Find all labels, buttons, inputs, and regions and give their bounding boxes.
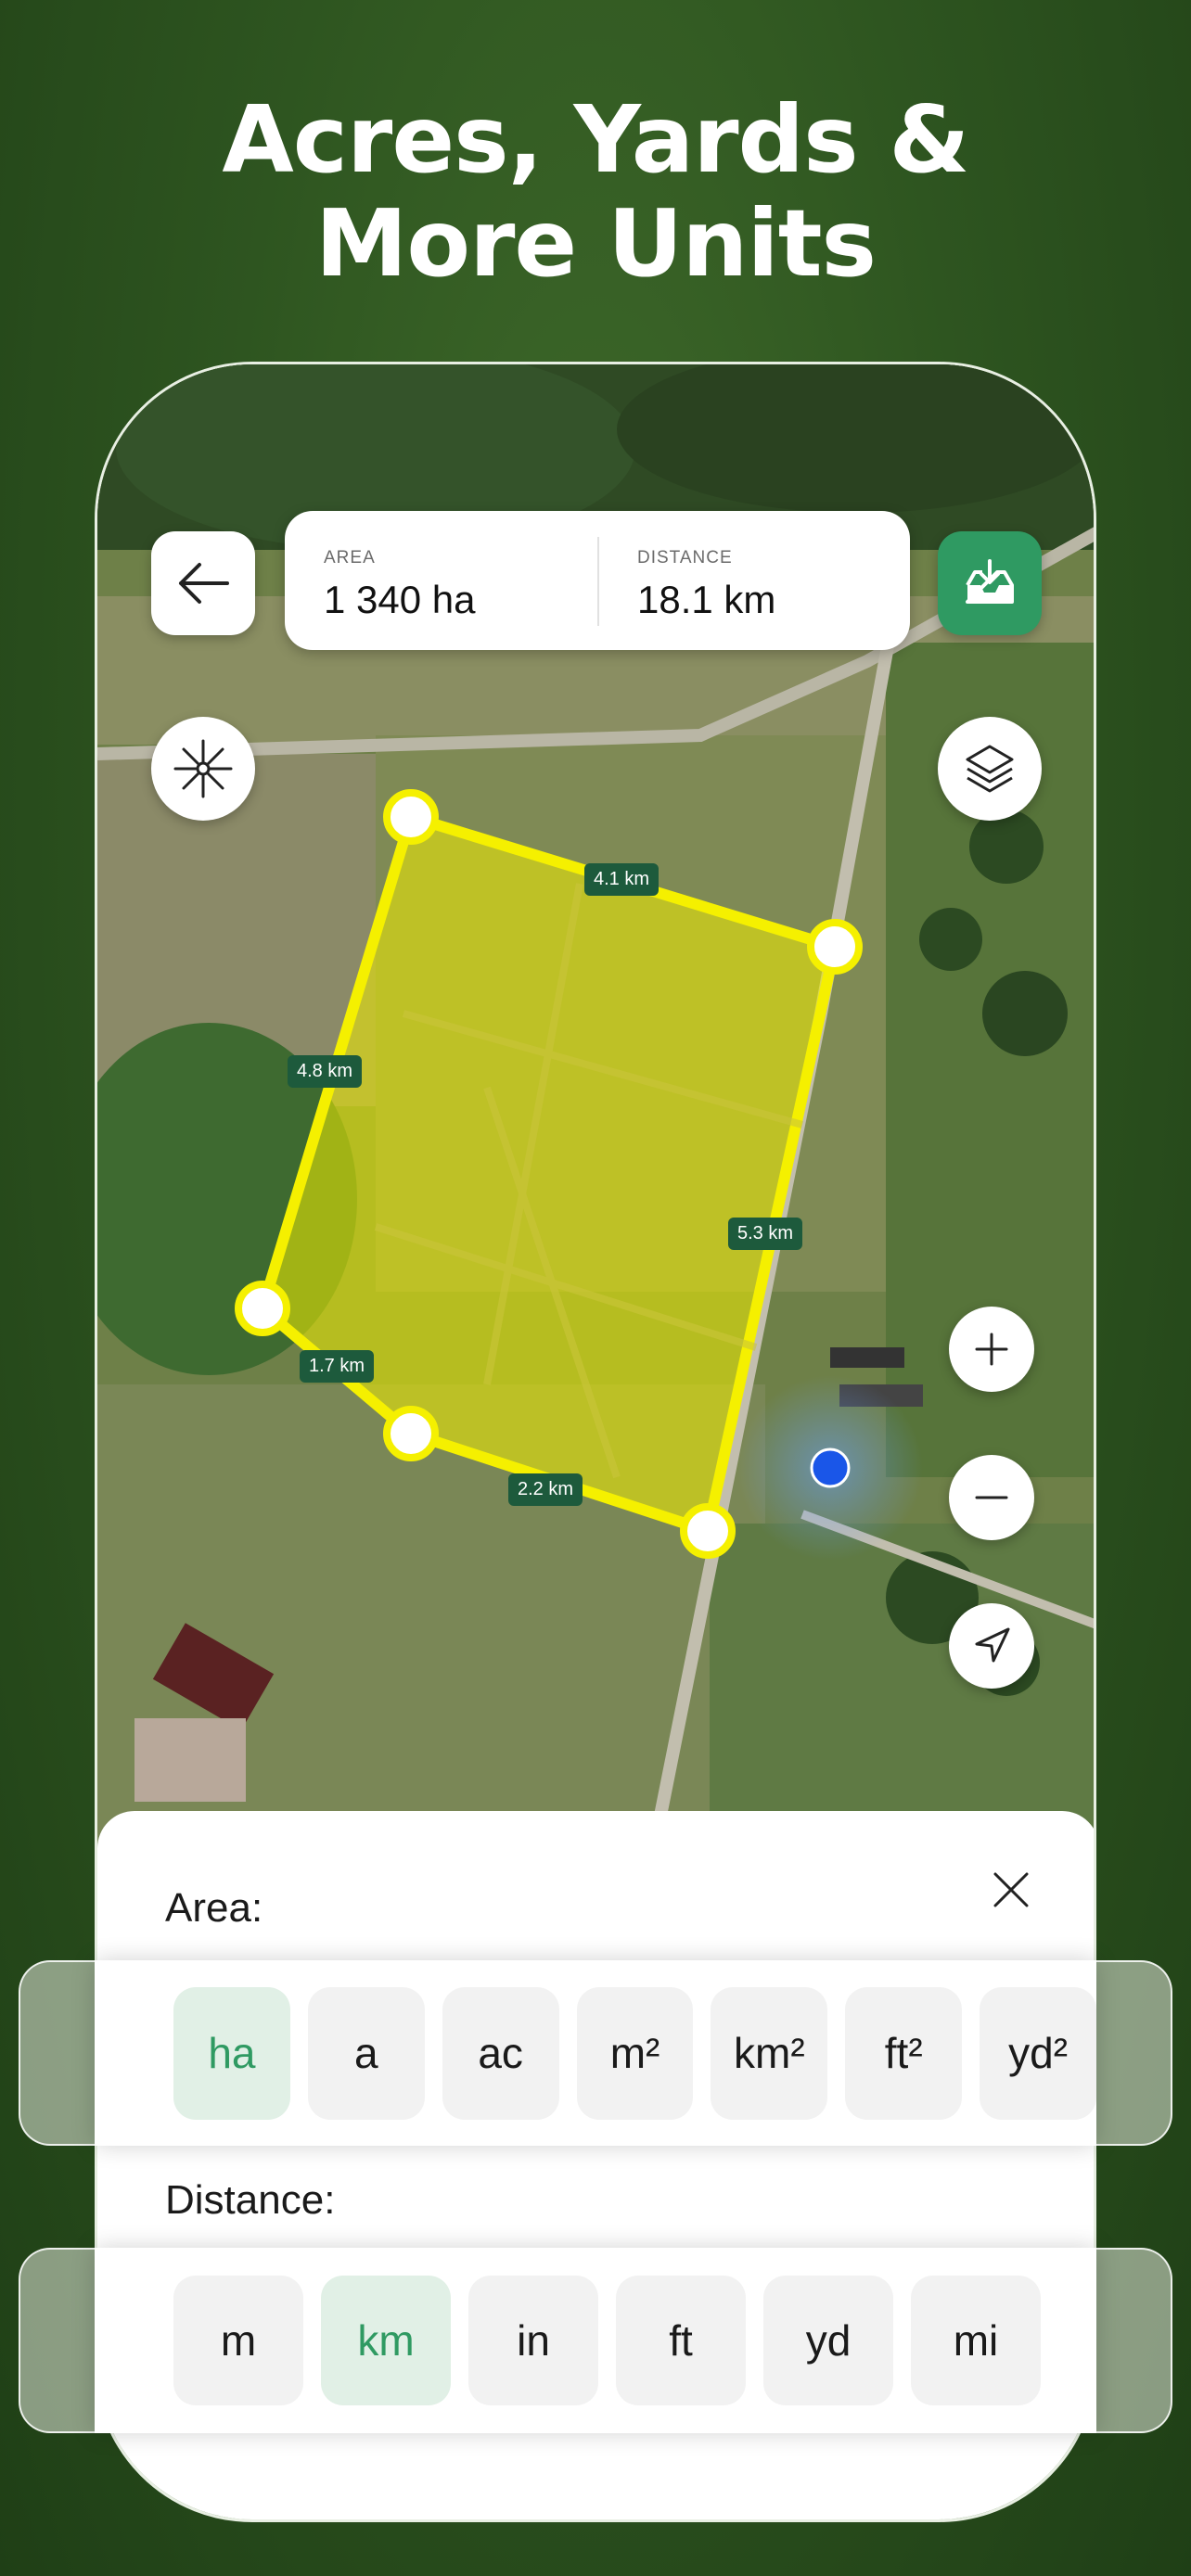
area-units-strip: ha a ac m² km² ft² yd² [95, 1960, 1097, 2146]
unit-chip-ac[interactable]: ac [442, 1986, 559, 2120]
unit-chip-ft[interactable]: ft [616, 2276, 746, 2405]
vertex-handle [383, 789, 439, 845]
layers-button[interactable] [938, 717, 1042, 821]
distance-section-title: Distance: [165, 2177, 336, 2223]
headline-line-1: Acres, Yards & [222, 85, 969, 194]
area-stat: AREA 1 340 ha [324, 548, 476, 622]
plus-icon [975, 1333, 1008, 1366]
segment-length-label: 4.8 km [288, 1055, 363, 1088]
segment-length-label: 1.7 km [300, 1350, 375, 1383]
vertex-handle [807, 919, 863, 975]
zoom-in-button[interactable] [949, 1307, 1034, 1392]
download-tray-icon [966, 559, 1014, 604]
area-label: AREA [324, 548, 376, 567]
minus-icon [975, 1496, 1008, 1499]
unit-chip-mi[interactable]: mi [911, 2276, 1041, 2405]
close-button[interactable] [988, 1867, 1034, 1913]
unit-chip-ft2[interactable]: ft² [845, 1986, 963, 2120]
phone-frame: 4.1 km 4.8 km 5.3 km 1.7 km 2.2 km AREA … [95, 362, 1096, 2522]
area-value: 1 340 ha [324, 578, 476, 621]
segment-length-label: 2.2 km [508, 1473, 583, 1506]
segment-length-label: 5.3 km [728, 1218, 803, 1250]
arrow-left-icon [179, 563, 229, 604]
unit-chip-ha[interactable]: ha [173, 1986, 290, 2120]
my-location-button[interactable] [949, 1603, 1034, 1689]
headline-line-2: More Units [314, 189, 877, 298]
compass-button[interactable] [151, 717, 255, 821]
vertex-handle [235, 1281, 290, 1336]
area-section-title: Area: [165, 1885, 263, 1931]
navigation-arrow-icon [975, 1627, 1010, 1663]
vertex-handle [680, 1503, 736, 1559]
zoom-out-button[interactable] [949, 1455, 1034, 1540]
close-icon [993, 1872, 1029, 1907]
compass-icon [173, 739, 233, 798]
layers-icon [966, 745, 1014, 793]
unit-chip-m2[interactable]: m² [576, 1986, 694, 2120]
divider [597, 537, 599, 626]
headline: Acres, Yards & More Units [0, 88, 1191, 296]
unit-chip-yd[interactable]: yd [763, 2276, 893, 2405]
unit-chip-in[interactable]: in [468, 2276, 598, 2405]
current-location-dot [810, 1447, 851, 1488]
unit-chip-km[interactable]: km [321, 2276, 451, 2405]
vertex-handle [383, 1406, 439, 1461]
unit-chip-yd2[interactable]: yd² [980, 1986, 1097, 2120]
unit-chip-a[interactable]: a [307, 1986, 425, 2120]
unit-chip-km2[interactable]: km² [711, 1986, 828, 2120]
unit-chip-m[interactable]: m [173, 2276, 303, 2405]
measurement-card: AREA 1 340 ha DISTANCE 18.1 km [285, 511, 910, 650]
distance-value: 18.1 km [637, 578, 776, 621]
distance-units-strip: m km in ft yd mi [95, 2248, 1096, 2433]
save-button[interactable] [938, 531, 1042, 635]
back-button[interactable] [151, 531, 255, 635]
distance-stat: DISTANCE 18.1 km [637, 548, 775, 622]
distance-label: DISTANCE [637, 548, 733, 567]
segment-length-label: 4.1 km [584, 863, 660, 896]
